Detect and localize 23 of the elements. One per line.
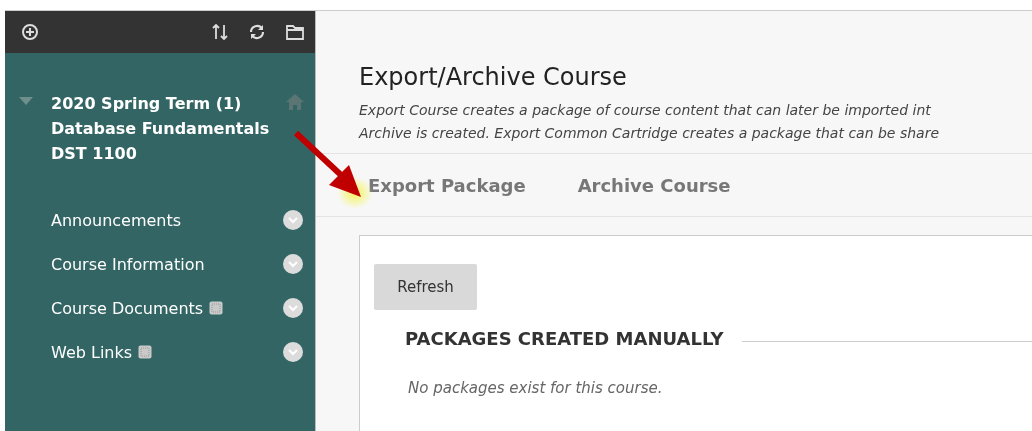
- empty-message: No packages exist for this course.: [408, 379, 664, 397]
- add-icon[interactable]: [21, 23, 39, 41]
- course-title[interactable]: 2020 Spring Term (1): [51, 91, 242, 116]
- menu-item[interactable]: Announcements: [51, 210, 182, 230]
- section-heading: PACKAGES CREATED MANUALLY: [405, 328, 724, 349]
- menu-item[interactable]: Course Information: [51, 254, 205, 274]
- description-text: Export Course creates a package of course content that can later be imported int: [359, 101, 932, 120]
- chevron-icon[interactable]: [283, 342, 303, 362]
- course-title[interactable]: DST 1100: [51, 141, 137, 166]
- chevron-icon[interactable]: [283, 298, 303, 318]
- description-text: Archive is created. Export Common Cartridge creates a package that can be share: [359, 124, 941, 143]
- menu-item[interactable]: Course Documents: [51, 298, 204, 318]
- menu-item[interactable]: Web Links: [51, 342, 133, 362]
- folder-icon[interactable]: [285, 23, 305, 41]
- course-title[interactable]: Database Fundamentals: [51, 116, 270, 141]
- tab[interactable]: Archive Course: [577, 174, 731, 196]
- tab[interactable]: Export Package: [368, 174, 526, 196]
- chevron-icon[interactable]: [283, 210, 303, 230]
- page-title: Export/Archive Course: [359, 63, 628, 91]
- refresh-button[interactable]: Refresh: [374, 264, 477, 310]
- sort-icon[interactable]: [211, 22, 229, 42]
- chevron-icon[interactable]: [283, 254, 303, 274]
- refresh-icon[interactable]: [247, 22, 267, 42]
